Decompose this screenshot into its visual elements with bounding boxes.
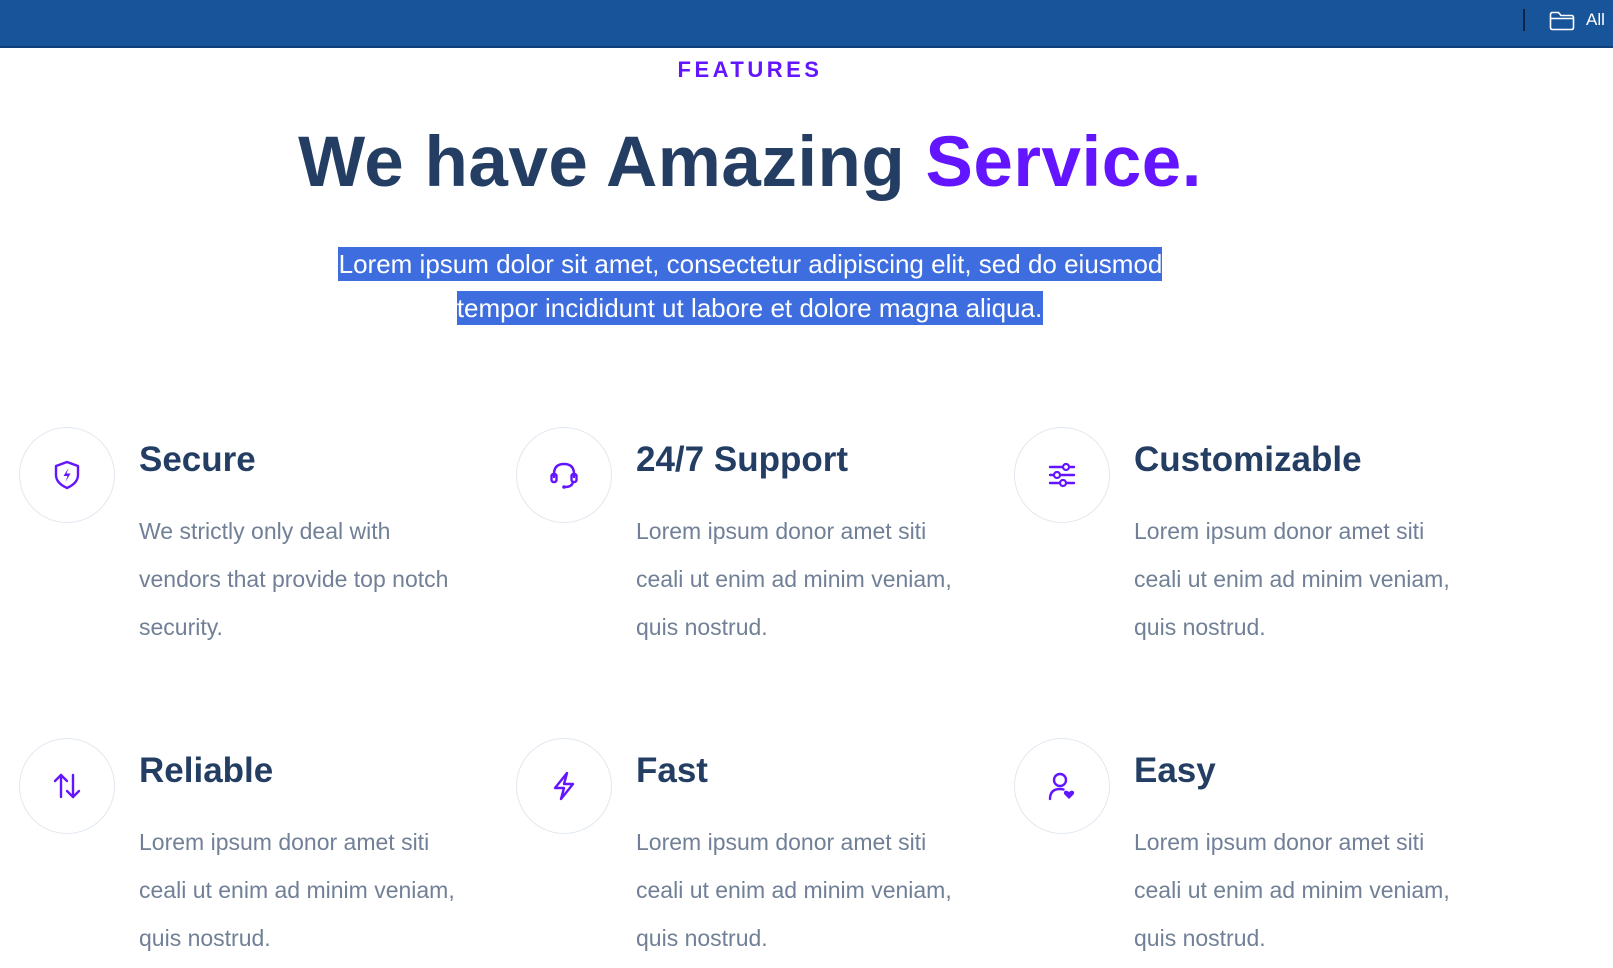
- feature-icon-circle: [516, 738, 612, 834]
- feature-card-fast: Fast Lorem ipsum donor amet siti ceali u…: [516, 738, 976, 968]
- feature-title: 24/7 Support: [636, 440, 848, 479]
- headset-icon: [550, 462, 578, 489]
- all-link[interactable]: All: [1586, 10, 1605, 30]
- feature-title: Easy: [1134, 751, 1216, 790]
- section-headline: We have Amazing Service.: [0, 118, 1500, 208]
- feature-icon-circle: [1014, 738, 1110, 834]
- feature-icon-circle: [19, 427, 115, 523]
- feature-title: Customizable: [1134, 440, 1362, 479]
- feature-description: Lorem ipsum donor amet siti ceali ut eni…: [636, 518, 952, 640]
- feature-description: Lorem ipsum donor amet siti ceali ut eni…: [139, 829, 455, 951]
- feature-title: Fast: [636, 751, 708, 790]
- feature-card-support: 24/7 Support Lorem ipsum donor amet siti…: [516, 427, 976, 657]
- feature-description: We strictly only deal with vendors that …: [139, 518, 449, 640]
- feature-title: Secure: [139, 440, 256, 479]
- feature-icon-circle: [516, 427, 612, 523]
- feature-card-easy: Easy Lorem ipsum donor amet siti ceali u…: [1014, 738, 1474, 968]
- lightning-icon: [553, 771, 575, 801]
- section-eyebrow: FEATURES: [677, 57, 823, 82]
- feature-title: Reliable: [139, 751, 274, 790]
- arrows-up-down-icon: [53, 773, 81, 799]
- feature-card-secure: Secure We strictly only deal with vendor…: [19, 427, 479, 657]
- user-heart-icon: [1048, 772, 1075, 801]
- feature-card-customizable: Customizable Lorem ipsum donor amet siti…: [1014, 427, 1474, 657]
- shield-bolt-icon: [54, 460, 80, 490]
- feature-description: Lorem ipsum donor amet siti ceali ut eni…: [636, 829, 952, 951]
- headline-main: We have Amazing: [298, 123, 926, 202]
- top-bar: All: [0, 0, 1613, 48]
- feature-icon-circle: [1014, 427, 1110, 523]
- selected-description-text: Lorem ipsum dolor sit amet, consectetur …: [337, 247, 1163, 325]
- sliders-icon: [1048, 462, 1076, 488]
- headline-accent: Service.: [925, 123, 1202, 202]
- topbar-divider: [1523, 9, 1525, 31]
- section-description: Lorem ipsum dolor sit amet, consectetur …: [300, 242, 1200, 330]
- feature-description: Lorem ipsum donor amet siti ceali ut eni…: [1134, 829, 1450, 951]
- folder-icon[interactable]: [1549, 11, 1575, 31]
- feature-description: Lorem ipsum donor amet siti ceali ut eni…: [1134, 518, 1450, 640]
- feature-card-reliable: Reliable Lorem ipsum donor amet siti cea…: [19, 738, 479, 968]
- feature-icon-circle: [19, 738, 115, 834]
